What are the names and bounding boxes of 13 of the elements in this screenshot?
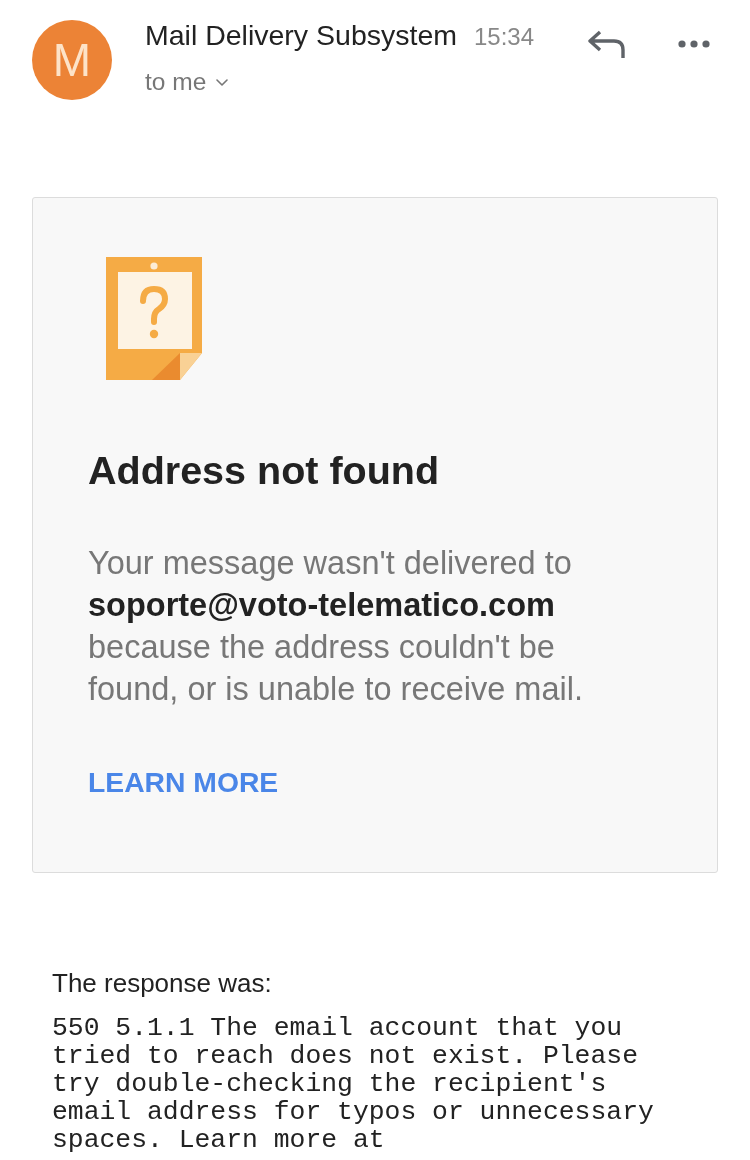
note-question-icon: [106, 257, 202, 380]
learn-more-link[interactable]: LEARN MORE: [88, 765, 279, 799]
chevron-down-icon: [216, 78, 229, 86]
sender-avatar: M: [32, 20, 112, 100]
response-label: The response was:: [52, 968, 273, 998]
recipient-toggle[interactable]: to me: [145, 68, 229, 96]
notice-title: Address not found: [88, 449, 441, 491]
reply-icon[interactable]: [588, 30, 626, 59]
sent-time: 15:34: [474, 22, 535, 52]
response-text: 550 5.1.1 The email account that you tried to reach does not exist. Please try double-checking the recipient's email address for typos or unnecessary spaces. Learn more at: [52, 1014, 655, 1154]
sender-name: Mail Delivery Subsystem: [145, 20, 457, 50]
more-options-icon[interactable]: [678, 40, 710, 48]
notice-message: Your message wasn't delivered to soporte@voto-telematico.com because the address couldn't be found, or is unable to receive mail.: [88, 544, 584, 709]
